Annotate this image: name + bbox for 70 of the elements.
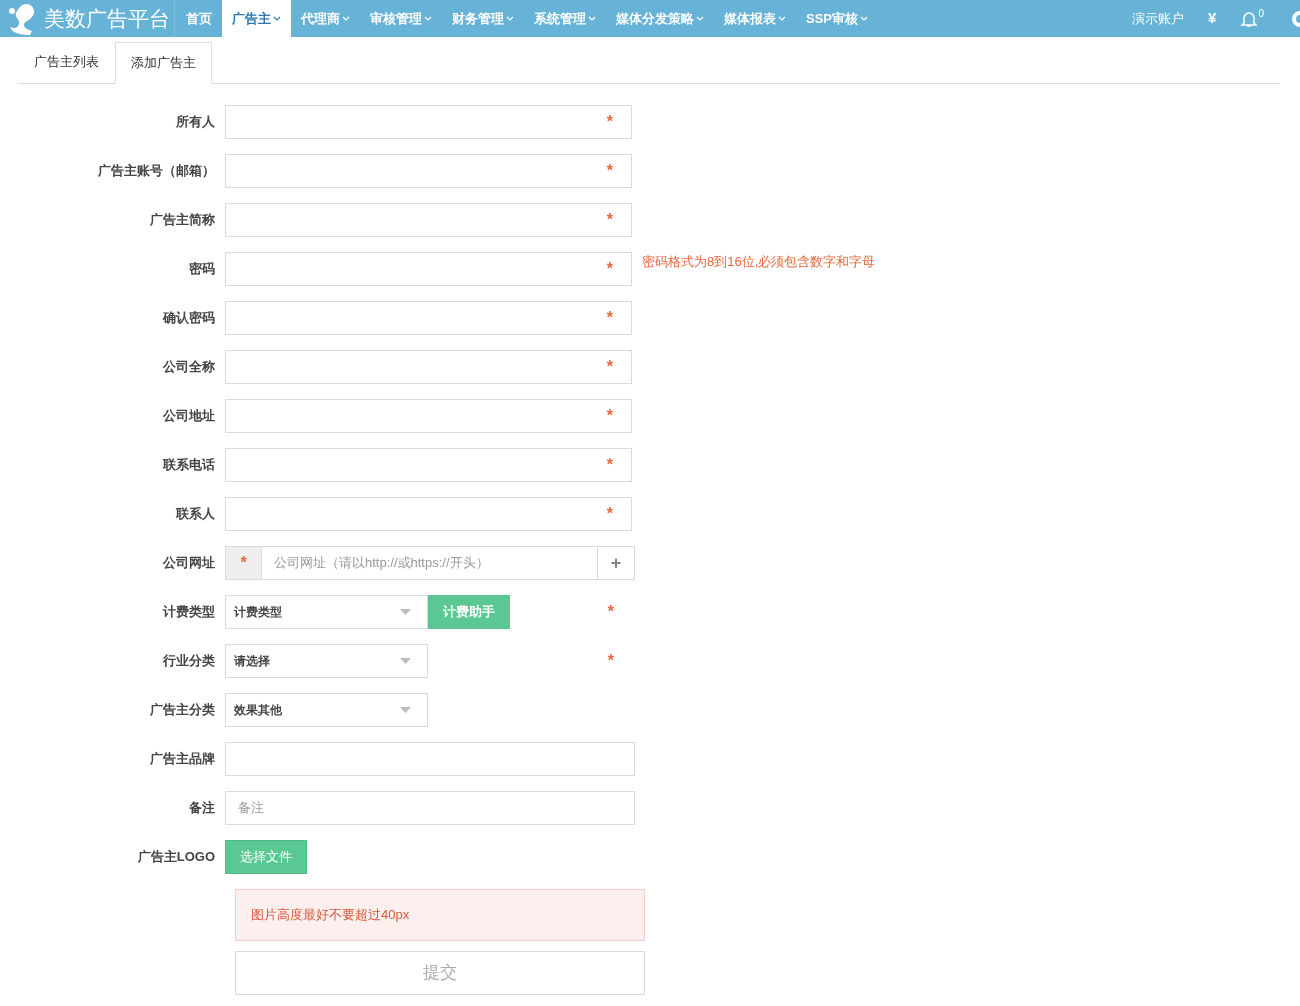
url-placeholder: 公司网址（请以http://或https://开头） [262, 547, 598, 579]
text-input-field[interactable]: * [225, 301, 632, 335]
billing-helper-button[interactable]: 计费助手 [428, 595, 510, 629]
required-asterisk: * [607, 602, 614, 622]
nav-menu-item[interactable]: 系统管理 [524, 0, 606, 37]
field-label: 广告主品牌 [149, 750, 216, 769]
required-asterisk: * [607, 651, 614, 671]
validation-hint: 密码格式为8到16位,必须包含数字和字母 [642, 253, 876, 271]
nav-menu-item[interactable]: 代理商 [291, 0, 360, 37]
field-label: 联系人 [175, 505, 216, 524]
field-label: 广告主简称 [149, 211, 216, 230]
required-asterisk: * [240, 553, 247, 573]
field-label: 广告主分类 [149, 701, 216, 720]
select-dropdown[interactable]: 计费类型 [225, 595, 428, 629]
field-label: 备注 [188, 799, 216, 818]
dropdown-caret-icon [400, 609, 411, 615]
field-label: 公司全称 [162, 358, 216, 377]
text-input-field[interactable]: * [225, 497, 632, 531]
brand-name: 美数广告平台 [44, 5, 170, 32]
dropdown-caret-icon [400, 707, 411, 713]
required-asterisk: * [606, 259, 613, 279]
field-label: 联系电话 [162, 456, 216, 475]
field-label: 广告主LOGO [136, 848, 216, 867]
tab[interactable]: 添加广告主 [115, 42, 212, 84]
warning-notice: 图片高度最好不要超过40px [235, 889, 645, 941]
add-button[interactable]: + [598, 547, 634, 579]
url-input-field[interactable]: * 公司网址（请以http://或https://开头） + [225, 546, 635, 580]
required-asterisk: * [606, 455, 613, 475]
text-input-field[interactable]: * [225, 350, 632, 384]
nav-menu-item[interactable]: 财务管理 [442, 0, 524, 37]
field-label: 公司地址 [162, 407, 216, 426]
nav-menu-item[interactable]: SSP审核 [796, 0, 878, 37]
notification-count: 0 [1258, 6, 1264, 21]
nav-menu-item[interactable]: 媒体分发策略 [606, 0, 714, 37]
nav-menu-item[interactable]: 审核管理 [360, 0, 442, 37]
text-input-field[interactable]: * [225, 399, 632, 433]
required-asterisk: * [606, 210, 613, 230]
required-asterisk: * [606, 161, 613, 181]
tab[interactable]: 广告主列表 [18, 41, 115, 83]
select-dropdown[interactable]: 效果其他 [225, 693, 428, 727]
text-input-field[interactable]: * [225, 154, 632, 188]
required-asterisk: * [606, 357, 613, 377]
field-label: 确认密码 [161, 309, 216, 328]
required-asterisk: * [606, 504, 613, 524]
field-label: 行业分类 [162, 652, 216, 671]
text-input-field[interactable]: * [225, 203, 632, 237]
text-input-field[interactable]: 备注 [225, 791, 635, 825]
field-label: 广告主账号（邮箱） [97, 162, 216, 181]
currency-icon[interactable]: ¥ [1208, 7, 1217, 30]
account-name[interactable]: 演示账户 [1132, 8, 1185, 29]
input-placeholder: 备注 [238, 799, 264, 818]
field-label: 公司网址 [162, 554, 216, 573]
nav-menu-item[interactable]: 媒体报表 [714, 0, 796, 37]
submit-button[interactable]: 提交 [235, 951, 645, 995]
required-asterisk: * [606, 406, 613, 426]
select-dropdown[interactable]: 请选择 [225, 644, 428, 678]
required-asterisk: * [606, 308, 613, 328]
choose-file-button[interactable]: 选择文件 [225, 840, 307, 874]
dropdown-caret-icon [400, 658, 411, 664]
text-input-field[interactable]: * [225, 105, 632, 139]
text-input-field[interactable]: * [225, 252, 632, 286]
field-label: 所有人 [175, 113, 216, 132]
required-asterisk: * [606, 112, 613, 132]
nav-menu-item[interactable]: 首页 [176, 0, 222, 37]
field-label: 计费类型 [162, 603, 216, 622]
nav-menu-item[interactable]: 广告主 [222, 0, 291, 37]
bell-icon[interactable] [1240, 9, 1259, 28]
field-label: 密码 [188, 260, 216, 279]
text-input-field[interactable]: * [225, 448, 632, 482]
text-input-field[interactable] [225, 742, 635, 776]
